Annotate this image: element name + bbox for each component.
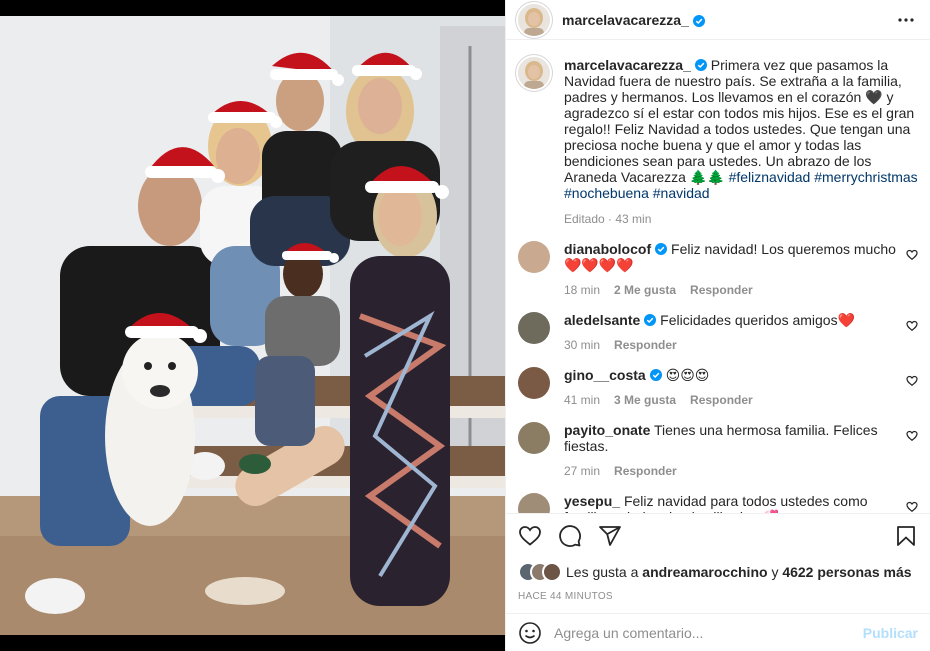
reply-button[interactable]: Responder	[614, 464, 677, 478]
comment-time: 27 min	[564, 464, 601, 478]
comment-item: aledelsante Felicidades queridos amigos❤…	[518, 312, 918, 353]
verified-badge-icon	[692, 14, 705, 27]
post-panel: marcelavacarezza_ marcelavacarezza_ Prim…	[505, 0, 930, 651]
post-photo[interactable]	[0, 0, 505, 651]
caption-avatar[interactable]	[518, 57, 550, 89]
hashtag[interactable]: #nochebuena	[564, 185, 649, 201]
comment-time: 30 min	[564, 338, 601, 352]
commenter-username[interactable]: payito_onate	[564, 422, 650, 438]
hashtag[interactable]: #navidad	[653, 185, 710, 201]
caption: marcelavacarezza_ Primera vez que pasamo…	[518, 57, 918, 227]
reply-button[interactable]: Responder	[690, 393, 753, 407]
comment-text: Felicidades queridos amigos❤️	[660, 312, 856, 328]
commenter-username[interactable]: gino__costa	[564, 367, 646, 383]
comment-likes[interactable]: 3 Me gusta	[614, 393, 676, 407]
hashtag[interactable]: #feliznavidad	[729, 169, 811, 185]
comment-item: payito_onate Tienes una hermosa familia.…	[518, 422, 918, 479]
post-timestamp: HACE 44 MINUTOS	[518, 591, 613, 602]
commenter-avatar[interactable]	[518, 241, 550, 273]
caption-time: 43 min	[615, 212, 652, 226]
add-comment-bar: Publicar	[506, 613, 930, 651]
header-username[interactable]: marcelavacarezza_	[562, 12, 689, 28]
comments-scroll[interactable]: marcelavacarezza_ Primera vez que pasamo…	[506, 41, 930, 513]
comment-icon[interactable]	[558, 524, 582, 548]
likes-prefix: Les gusta a	[566, 564, 639, 580]
comment-time: 18 min	[564, 283, 601, 297]
comment-like-heart-icon[interactable]	[906, 319, 918, 332]
caption-text: Primera vez que pasamos la Navidad fuera…	[564, 57, 915, 185]
caption-username[interactable]: marcelavacarezza_	[564, 57, 691, 73]
comment-item: gino__costa 😍😍😍 41 min 3 Me gusta Responder	[518, 367, 918, 408]
reply-button[interactable]: Responder	[690, 283, 753, 297]
verified-badge-icon	[644, 313, 657, 326]
author-avatar[interactable]	[518, 3, 550, 36]
hashtag[interactable]: #merrychristmas	[814, 169, 917, 185]
verified-badge-icon	[649, 368, 662, 381]
likes-summary: Les gusta a andreamarocchino y 4622 pers…	[518, 562, 918, 582]
comment-item: yesepu_ Feliz navidad para todos ustedes…	[518, 493, 918, 513]
comments-list: dianabolocof Feliz navidad! Los queremos…	[518, 241, 918, 513]
reply-button[interactable]: Responder	[614, 338, 677, 352]
verified-badge-icon	[694, 58, 707, 71]
family-photo-image	[0, 16, 505, 635]
liker-avatars	[518, 562, 566, 582]
verified-badge-icon	[655, 242, 668, 255]
comment-like-heart-icon[interactable]	[906, 429, 918, 442]
edited-label: Editado	[564, 212, 605, 226]
commenter-avatar[interactable]	[518, 367, 550, 399]
publish-button[interactable]: Publicar	[863, 625, 918, 641]
commenter-username[interactable]: aledelsante	[564, 312, 640, 328]
more-options-icon[interactable]	[894, 8, 918, 32]
comment-like-heart-icon[interactable]	[906, 500, 918, 513]
commenter-avatar[interactable]	[518, 312, 550, 344]
liker-username[interactable]: andreamarocchino	[642, 564, 767, 580]
commenter-username[interactable]: yesepu_	[564, 493, 620, 509]
likes-others[interactable]: 4622 personas más	[782, 564, 911, 580]
post-header: marcelavacarezza_	[506, 0, 930, 40]
comment-text: 😍😍😍	[665, 367, 710, 383]
commenter-username[interactable]: dianabolocof	[564, 241, 651, 257]
comment-item: dianabolocof Feliz navidad! Los queremos…	[518, 241, 918, 298]
commenter-avatar[interactable]	[518, 493, 550, 513]
commenter-avatar[interactable]	[518, 422, 550, 454]
emoji-icon[interactable]	[518, 621, 542, 645]
like-heart-icon[interactable]	[518, 524, 542, 548]
save-bookmark-icon[interactable]	[894, 524, 918, 548]
comment-likes[interactable]: 2 Me gusta	[614, 283, 676, 297]
share-icon[interactable]	[598, 524, 622, 548]
likes-conj: y	[771, 564, 779, 580]
comment-like-heart-icon[interactable]	[906, 248, 918, 261]
action-bar: Les gusta a andreamarocchino y 4622 pers…	[506, 513, 930, 602]
comment-time: 41 min	[564, 393, 601, 407]
comment-like-heart-icon[interactable]	[906, 374, 918, 387]
comment-input[interactable]	[554, 624, 863, 641]
